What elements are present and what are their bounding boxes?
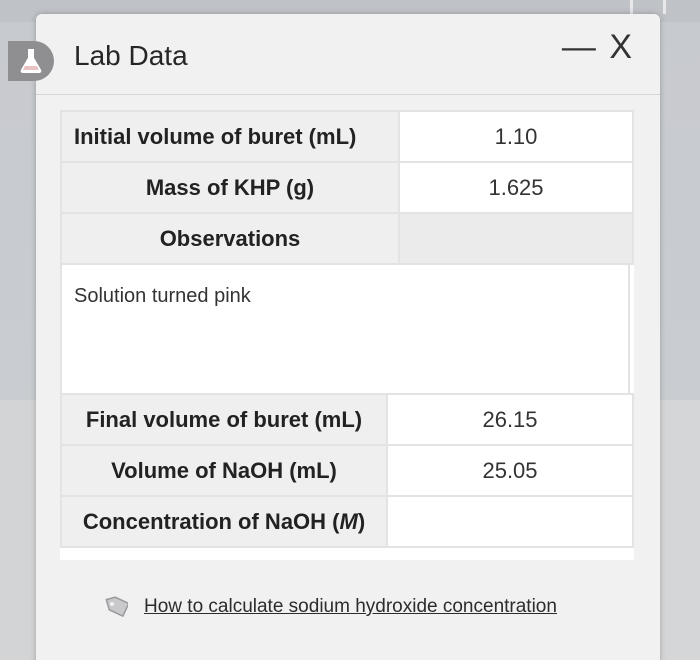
- window-header: Lab Data — X: [36, 14, 660, 94]
- observations-field[interactable]: Solution turned pink: [60, 265, 630, 393]
- table-row: Volume of NaOH (mL) 25.05: [60, 444, 634, 497]
- initial-volume-label: Initial volume of buret (mL): [60, 110, 400, 163]
- tag-icon: [105, 596, 128, 618]
- table-row: Initial volume of buret (mL) 1.10: [60, 110, 634, 163]
- final-volume-value[interactable]: 26.15: [386, 393, 634, 446]
- background-right: [660, 400, 700, 660]
- window-title: Lab Data: [74, 40, 188, 71]
- help-link[interactable]: How to calculate sodium hydroxide concen…: [102, 596, 557, 618]
- naoh-concentration-label: Concentration of NaOH (M): [60, 495, 388, 548]
- naoh-concentration-label-prefix: Concentration of NaOH (: [82, 508, 340, 534]
- naoh-volume-label: Volume of NaOH (mL): [60, 444, 388, 497]
- background-left: [0, 400, 36, 660]
- table-row: Concentration of NaOH (M): [60, 495, 634, 548]
- lab-data-table-top: Initial volume of buret (mL) 1.10 Mass o…: [60, 110, 634, 265]
- initial-volume-value[interactable]: 1.10: [398, 110, 634, 163]
- molarity-unit: M: [339, 508, 358, 534]
- lab-data-table-bottom: Final volume of buret (mL) 26.15 Volume …: [60, 393, 634, 548]
- observations-header-value: [398, 212, 634, 265]
- header-divider: [36, 94, 660, 95]
- minimize-button[interactable]: —: [562, 28, 598, 66]
- table-row: Observations: [60, 212, 634, 265]
- observations-text: Solution turned pink: [74, 285, 251, 307]
- window-controls: — X: [562, 28, 634, 67]
- naoh-volume-value[interactable]: 25.05: [386, 444, 634, 497]
- khp-mass-label: Mass of KHP (g): [60, 161, 400, 214]
- naoh-concentration-label-suffix: ): [357, 508, 366, 534]
- lab-data-window: Lab Data — X Initial volume of buret (mL…: [36, 14, 660, 660]
- help-link-text[interactable]: How to calculate sodium hydroxide concen…: [144, 596, 557, 618]
- naoh-concentration-input[interactable]: [386, 495, 634, 548]
- final-volume-label: Final volume of buret (mL): [60, 393, 388, 446]
- khp-mass-value[interactable]: 1.625: [398, 161, 634, 214]
- table-row: Mass of KHP (g) 1.625: [60, 161, 634, 214]
- observations-label: Observations: [60, 212, 400, 265]
- lab-data-card: Initial volume of buret (mL) 1.10 Mass o…: [60, 110, 634, 560]
- close-button[interactable]: X: [609, 28, 634, 66]
- flask-icon-badge: [8, 41, 54, 81]
- table-row: Final volume of buret (mL) 26.15: [60, 393, 634, 446]
- flask-icon: [20, 49, 42, 73]
- background-decoration: [630, 0, 666, 14]
